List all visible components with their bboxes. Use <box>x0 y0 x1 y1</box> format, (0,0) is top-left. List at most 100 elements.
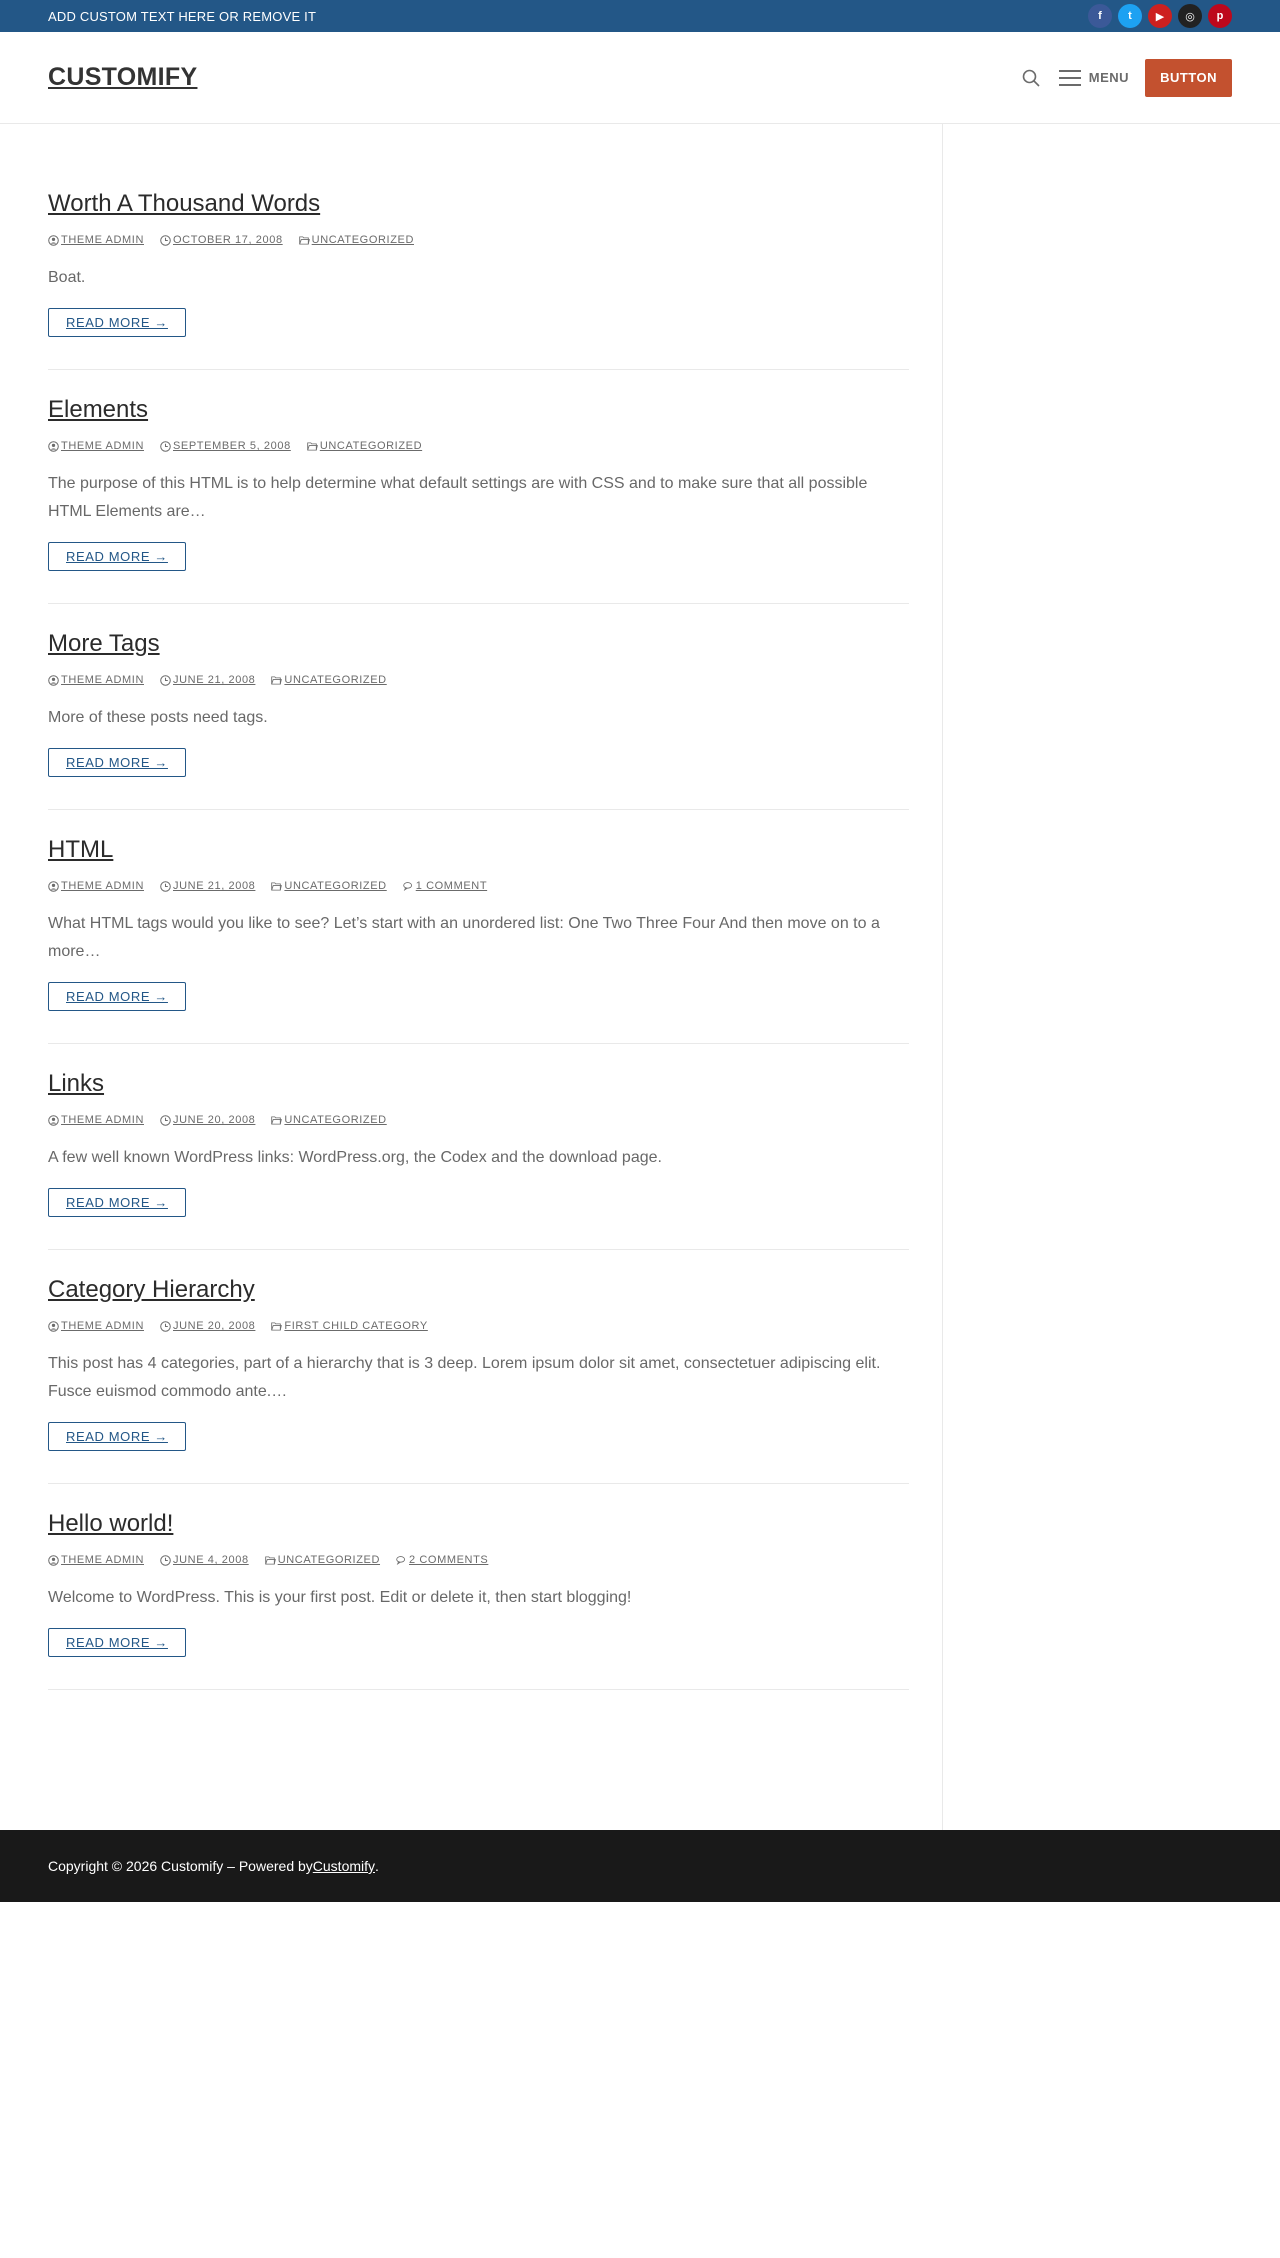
post-title[interactable]: Worth A Thousand Words <box>48 188 909 220</box>
clock-icon <box>160 1114 171 1126</box>
copyright-text: Copyright © 2026 Customify – Powered by <box>48 1858 313 1874</box>
post-category[interactable]: UNCATEGORIZED <box>271 674 386 686</box>
pinterest-icon[interactable]: p <box>1208 4 1232 28</box>
user-icon <box>48 880 59 892</box>
twitter-icon[interactable]: t <box>1118 4 1142 28</box>
read-more-button[interactable]: READ MORE → <box>48 542 186 571</box>
post-meta: THEME ADMIN JUNE 21, 2008 UNCATEGORIZED 1 C… <box>48 880 909 892</box>
post-date[interactable]: JUNE 21, 2008 <box>160 674 255 686</box>
folder-icon <box>271 1115 283 1126</box>
post-author-label: THEME ADMIN <box>61 880 144 892</box>
post-meta: THEME ADMIN OCTOBER 17, 2008 UNCATEGORIZED <box>48 234 909 246</box>
read-more-button[interactable]: READ MORE → <box>48 982 186 1011</box>
clock-icon <box>160 1320 171 1332</box>
top-bar: ADD CUSTOM TEXT HERE OR REMOVE IT f t ▶ ◎ p <box>0 0 1280 32</box>
post-category[interactable]: UNCATEGORIZED <box>264 1554 380 1566</box>
folder-icon <box>264 1555 276 1566</box>
post-title[interactable]: Hello world! <box>48 1508 909 1540</box>
post-date-label: JUNE 21, 2008 <box>173 880 256 892</box>
post-item: Links THEME ADMIN JUNE 20, 2008 UNCATEGORIZ… <box>48 1044 909 1250</box>
post-comments[interactable]: 1 COMMENT <box>402 880 487 892</box>
post-list: Worth A Thousand Words THEME ADMIN OCTOBER… <box>0 124 943 1830</box>
post-category-label: UNCATEGORIZED <box>319 440 423 452</box>
post-author[interactable]: THEME ADMIN <box>48 880 144 892</box>
post-category[interactable]: UNCATEGORIZED <box>307 440 422 452</box>
user-icon <box>48 234 59 246</box>
post-date[interactable]: JUNE 20, 2008 <box>160 1114 255 1126</box>
post-date[interactable]: OCTOBER 17, 2008 <box>160 234 283 246</box>
clock-icon <box>160 880 171 892</box>
post-author[interactable]: THEME ADMIN <box>48 1554 144 1566</box>
clock-icon <box>160 440 171 452</box>
instagram-icon[interactable]: ◎ <box>1178 4 1202 28</box>
facebook-icon[interactable]: f <box>1088 4 1112 28</box>
folder-icon <box>298 235 310 246</box>
post-author-label: THEME ADMIN <box>61 1554 144 1566</box>
youtube-icon[interactable]: ▶ <box>1148 4 1172 28</box>
post-author[interactable]: THEME ADMIN <box>48 674 144 686</box>
post-item: Elements THEME ADMIN SEPTEMBER 5, 2008 UNCA… <box>48 370 909 604</box>
post-date-label: JUNE 21, 2008 <box>173 674 256 686</box>
sidebar <box>943 124 1280 1830</box>
user-icon <box>48 1114 59 1126</box>
post-date-label: JUNE 20, 2008 <box>173 1320 256 1332</box>
post-meta: THEME ADMIN JUNE 20, 2008 FIRST CHILD CATE… <box>48 1320 909 1332</box>
post-meta: THEME ADMIN JUNE 4, 2008 UNCATEGORIZED 2 CO… <box>48 1554 909 1566</box>
post-date-label: OCTOBER 17, 2008 <box>173 234 283 246</box>
post-date[interactable]: JUNE 20, 2008 <box>160 1320 255 1332</box>
clock-icon <box>160 674 171 686</box>
footer-link[interactable]: Customify <box>313 1858 375 1874</box>
folder-icon <box>271 881 283 892</box>
post-category[interactable]: UNCATEGORIZED <box>271 1114 386 1126</box>
read-more-button[interactable]: READ MORE → <box>48 1628 186 1657</box>
read-more-button[interactable]: READ MORE → <box>48 1422 186 1451</box>
post-comments-label: 2 COMMENTS <box>409 1554 489 1566</box>
post-item: HTML THEME ADMIN JUNE 21, 2008 UNCATEGORIZE… <box>48 810 909 1044</box>
post-excerpt: More of these posts need tags. <box>48 709 268 726</box>
social-links: f t ▶ ◎ p <box>1088 4 1232 28</box>
post-item: More Tags THEME ADMIN JUNE 21, 2008 UNCATEG… <box>48 604 909 810</box>
post-title[interactable]: Links <box>48 1068 909 1100</box>
post-date[interactable]: JUNE 21, 2008 <box>160 880 255 892</box>
site-footer: Copyright © 2026 Customify – Powered by … <box>0 1830 1280 1902</box>
folder-icon <box>271 675 283 686</box>
user-icon <box>48 674 59 686</box>
read-more-button[interactable]: READ MORE → <box>48 1188 186 1217</box>
post-author[interactable]: THEME ADMIN <box>48 1114 144 1126</box>
post-author[interactable]: THEME ADMIN <box>48 234 144 246</box>
user-icon <box>48 1554 59 1566</box>
post-excerpt: What HTML tags would you like to see? Le… <box>48 915 880 960</box>
post-category[interactable]: UNCATEGORIZED <box>298 234 414 246</box>
post-category-label: UNCATEGORIZED <box>284 1114 387 1126</box>
search-icon[interactable] <box>1021 68 1041 88</box>
post-comments[interactable]: 2 COMMENTS <box>396 1554 488 1566</box>
post-category[interactable]: FIRST CHILD CATEGORY <box>271 1320 427 1332</box>
header-actions: MENU BUTTON <box>1021 58 1232 97</box>
post-meta: THEME ADMIN SEPTEMBER 5, 2008 UNCATEGORIZE… <box>48 440 909 452</box>
post-author-label: THEME ADMIN <box>61 234 144 246</box>
header-button[interactable]: BUTTON <box>1145 58 1232 97</box>
post-author[interactable]: THEME ADMIN <box>48 1320 144 1332</box>
post-title[interactable]: HTML <box>48 834 909 866</box>
post-title[interactable]: More Tags <box>48 628 909 660</box>
post-item: Worth A Thousand Words THEME ADMIN OCTOBER… <box>48 164 909 370</box>
post-author[interactable]: THEME ADMIN <box>48 440 144 452</box>
post-title[interactable]: Elements <box>48 394 909 426</box>
read-more-button[interactable]: READ MORE → <box>48 748 186 777</box>
post-excerpt: The purpose of this HTML is to help dete… <box>48 475 868 520</box>
post-excerpt: A few well known WordPress links: WordPr… <box>48 1149 662 1166</box>
post-date-label: JUNE 20, 2008 <box>173 1114 256 1126</box>
comment-icon <box>396 1555 407 1566</box>
post-item: Hello world! THEME ADMIN JUNE 4, 2008 UNCAT… <box>48 1484 909 1690</box>
site-logo[interactable]: CUSTOMIFY <box>48 63 197 92</box>
post-date[interactable]: SEPTEMBER 5, 2008 <box>160 440 291 452</box>
post-excerpt: Boat. <box>48 269 86 286</box>
post-title[interactable]: Category Hierarchy <box>48 1274 909 1306</box>
post-meta: THEME ADMIN JUNE 20, 2008 UNCATEGORIZED <box>48 1114 909 1126</box>
post-date[interactable]: JUNE 4, 2008 <box>160 1554 249 1566</box>
post-category-label: FIRST CHILD CATEGORY <box>284 1320 428 1332</box>
menu-toggle[interactable]: MENU <box>1058 69 1129 86</box>
post-category-label: UNCATEGORIZED <box>284 880 387 892</box>
read-more-button[interactable]: READ MORE → <box>48 308 186 337</box>
post-category[interactable]: UNCATEGORIZED <box>271 880 386 892</box>
